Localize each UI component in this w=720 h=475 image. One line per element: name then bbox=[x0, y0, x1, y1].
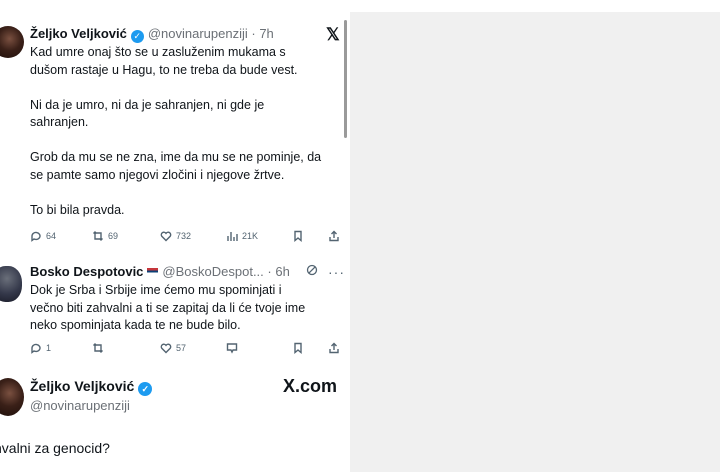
tweet-line: Ni da je umro, ni da je sahranjen, ni gd… bbox=[30, 97, 265, 112]
tweet-line: se pamte samo njegovi zločini i njegove … bbox=[30, 167, 285, 182]
tweet-time: · 7h bbox=[251, 26, 274, 41]
tweet-thread-panel: Željko Veljković ✓ @novinarupenziji · 7h 𝕏… bbox=[0, 0, 350, 475]
reply-button[interactable]: 64 bbox=[30, 228, 56, 244]
bookmark-icon bbox=[294, 230, 302, 242]
x-com-label: X.com bbox=[283, 376, 338, 396]
bookmark-button[interactable] bbox=[292, 340, 304, 356]
reply-count: 64 bbox=[46, 231, 57, 241]
repost-button[interactable] bbox=[92, 340, 104, 356]
tweet-line: Grob da mu se ne zna, ime da mu se ne po… bbox=[30, 150, 322, 164]
tweet-line: sahranjen. bbox=[30, 115, 89, 129]
quote-author: Željko Veljković ✓ bbox=[30, 378, 153, 396]
reply-time: · 6h bbox=[267, 264, 290, 279]
reply-icon bbox=[31, 231, 41, 242]
repost-icon bbox=[93, 343, 103, 353]
reply-icon bbox=[31, 343, 41, 354]
reply-header: Bosko Despotovic @BoskoDespot... · 6h bbox=[30, 264, 290, 279]
serbian-flag-icon bbox=[147, 268, 159, 275]
verified-badge-icon: ✓ bbox=[130, 30, 144, 43]
reply-body: Dok je Srba i Srbije ime ćemo mu spominj… bbox=[30, 282, 305, 335]
empty-pane bbox=[350, 12, 720, 472]
share-icon bbox=[329, 230, 339, 242]
tweet-line: dušom rastaje u Hagu, to ne treba da bud… bbox=[30, 62, 298, 77]
bookmark-button[interactable] bbox=[292, 228, 304, 244]
reply-actions: 1 57 bbox=[30, 340, 345, 356]
quote-author-name[interactable]: Željko Veljković bbox=[30, 378, 134, 394]
share-button[interactable] bbox=[328, 340, 340, 356]
views-count: 21K bbox=[242, 231, 259, 241]
x-logo-icon: 𝕏 bbox=[326, 25, 340, 44]
quote-text: hvalni za genocid? bbox=[0, 440, 110, 456]
scrollbar[interactable] bbox=[344, 20, 347, 138]
author-handle[interactable]: @novinarupenziji bbox=[148, 26, 248, 41]
reply-author-handle[interactable]: @BoskoDespot... bbox=[162, 264, 263, 279]
share-button[interactable] bbox=[328, 228, 340, 244]
bookmark-icon bbox=[294, 342, 302, 354]
more-options-icon[interactable]: ··· bbox=[328, 265, 345, 279]
mute-icon[interactable] bbox=[306, 264, 318, 276]
views-button[interactable]: 21K bbox=[226, 228, 258, 244]
reply-count: 1 bbox=[46, 343, 52, 353]
author-name[interactable]: Željko Veljković bbox=[30, 26, 127, 41]
repost-icon bbox=[93, 231, 103, 241]
like-button[interactable]: 57 bbox=[160, 340, 186, 356]
like-button[interactable]: 732 bbox=[160, 228, 191, 244]
author-avatar[interactable] bbox=[0, 26, 24, 58]
tweet-header: Željko Veljković ✓ @novinarupenziji · 7h bbox=[30, 26, 274, 43]
message-icon bbox=[226, 343, 238, 354]
tweet-line: Kad umre onaj što se u zasluženim mukama… bbox=[30, 45, 286, 59]
heart-icon bbox=[160, 343, 172, 354]
views-chart-icon bbox=[227, 232, 238, 241]
like-count: 732 bbox=[176, 231, 192, 241]
reply-button[interactable]: 1 bbox=[30, 340, 51, 356]
heart-icon bbox=[160, 231, 172, 242]
tweet-line: To bi bila pravda. bbox=[30, 202, 125, 217]
reply-line: večno biti zahvalni a ti se zapitaj da l… bbox=[30, 300, 306, 315]
share-icon bbox=[329, 342, 339, 354]
reply-line: Dok je Srba i Srbije ime ćemo mu spominj… bbox=[30, 283, 282, 297]
reply-line: neko spominjata kada te ne bude bilo. bbox=[30, 318, 241, 332]
repost-count: 69 bbox=[108, 231, 119, 241]
reply-author-name[interactable]: Bosko Despotovic bbox=[30, 264, 143, 279]
stats-button[interactable] bbox=[226, 340, 238, 356]
verified-badge-icon: ✓ bbox=[138, 382, 153, 396]
quote-author-avatar[interactable] bbox=[0, 378, 24, 416]
reply-author-avatar[interactable] bbox=[0, 266, 22, 302]
repost-button[interactable]: 69 bbox=[92, 228, 118, 244]
tweet-body: Kad umre onaj što se u zasluženim mukama… bbox=[30, 44, 321, 219]
tweet-actions: 64 69 732 21K bbox=[30, 228, 345, 244]
quote-author-handle[interactable]: @novinarupenziji bbox=[30, 398, 130, 413]
like-count: 57 bbox=[176, 343, 187, 353]
